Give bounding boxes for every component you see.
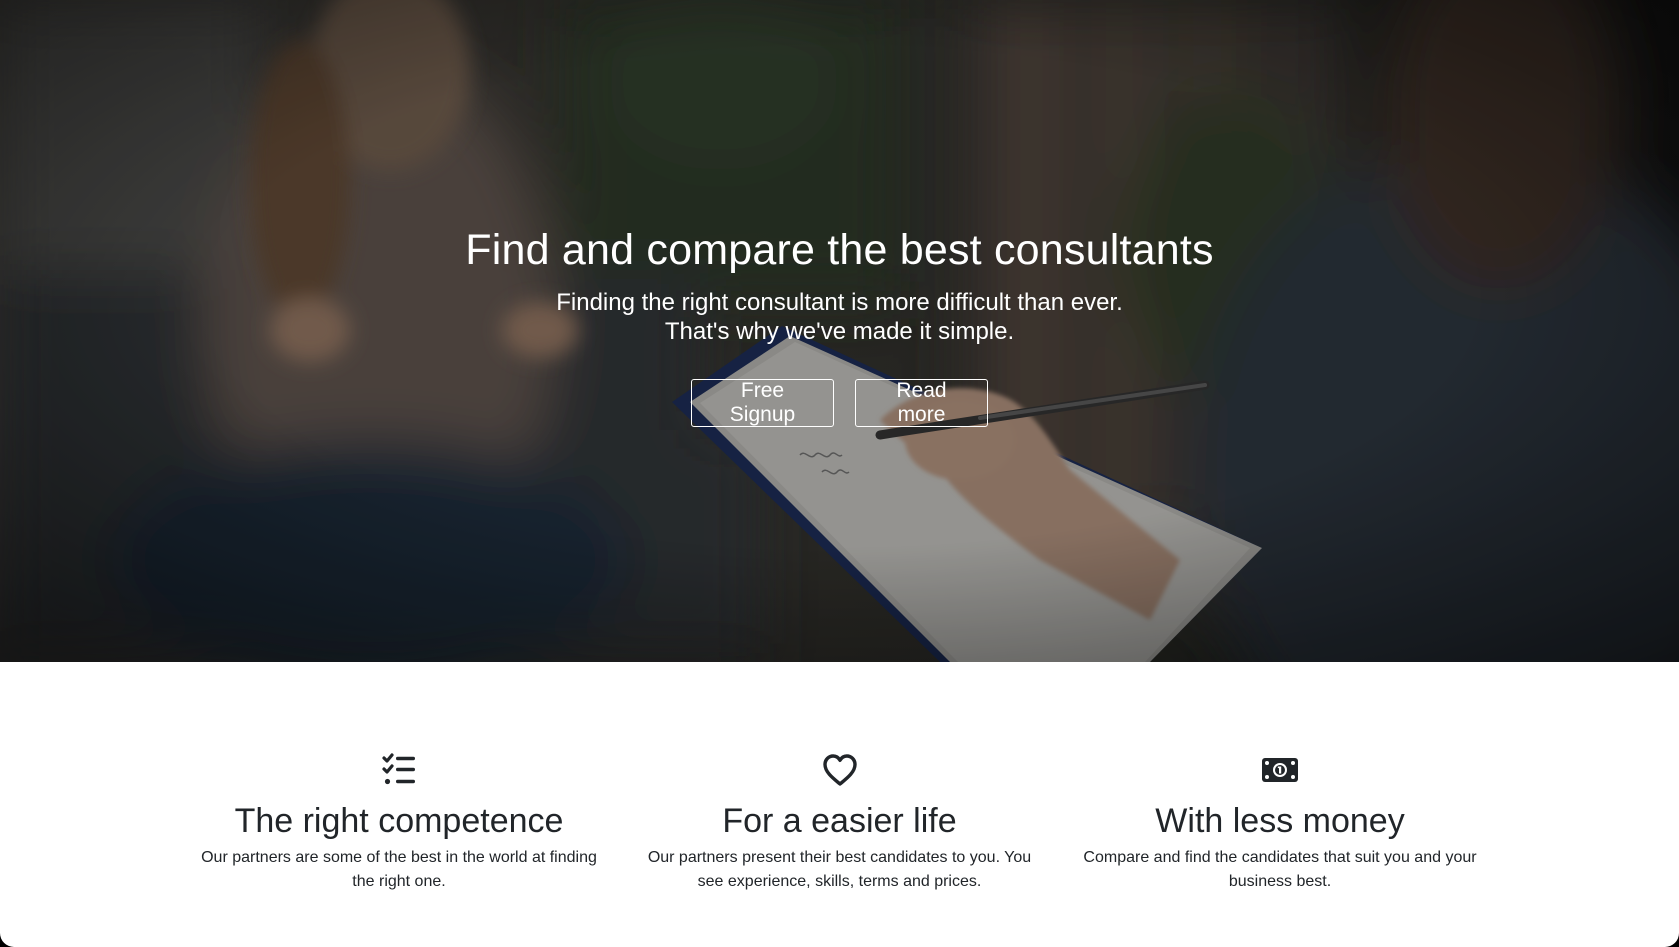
feature-less-money: With less money Compare and find the can… bbox=[1074, 752, 1486, 894]
hero-section: Find and compare the best consultants Fi… bbox=[0, 0, 1679, 662]
feature-description: Our partners are some of the best in the… bbox=[201, 849, 597, 890]
landing-page: Find and compare the best consultants Fi… bbox=[0, 0, 1679, 947]
hero-title: Find and compare the best consultants bbox=[465, 226, 1214, 274]
hero-actions: Free Signup Read more bbox=[0, 379, 1679, 427]
feature-title: The right competence bbox=[234, 802, 564, 840]
feature-right-competence: The right competence Our partners are so… bbox=[193, 752, 605, 894]
hero-subtitle-line-2: That's why we've made it simple. bbox=[664, 318, 1015, 345]
feature-description: Our partners present their best candidat… bbox=[647, 849, 1032, 890]
feature-description: Compare and find the candidates that sui… bbox=[1083, 849, 1477, 890]
feature-title: For a easier life bbox=[722, 802, 957, 840]
read-more-button[interactable]: Read more bbox=[855, 379, 988, 427]
hero-subtitle-line-1: Finding the right consultant is more dif… bbox=[556, 289, 1123, 316]
money-icon bbox=[1262, 758, 1298, 782]
hero-content: Find and compare the best consultants Fi… bbox=[0, 222, 1679, 427]
free-signup-button[interactable]: Free Signup bbox=[691, 379, 834, 427]
checklist-icon bbox=[382, 753, 415, 785]
heart-icon bbox=[822, 754, 857, 786]
feature-title: With less money bbox=[1155, 802, 1405, 840]
feature-easier-life: For a easier life Our partners present t… bbox=[634, 752, 1046, 894]
features-section: The right competence Our partners are so… bbox=[193, 752, 1486, 894]
hero-subtitle: Finding the right consultant is more dif… bbox=[0, 288, 1679, 346]
